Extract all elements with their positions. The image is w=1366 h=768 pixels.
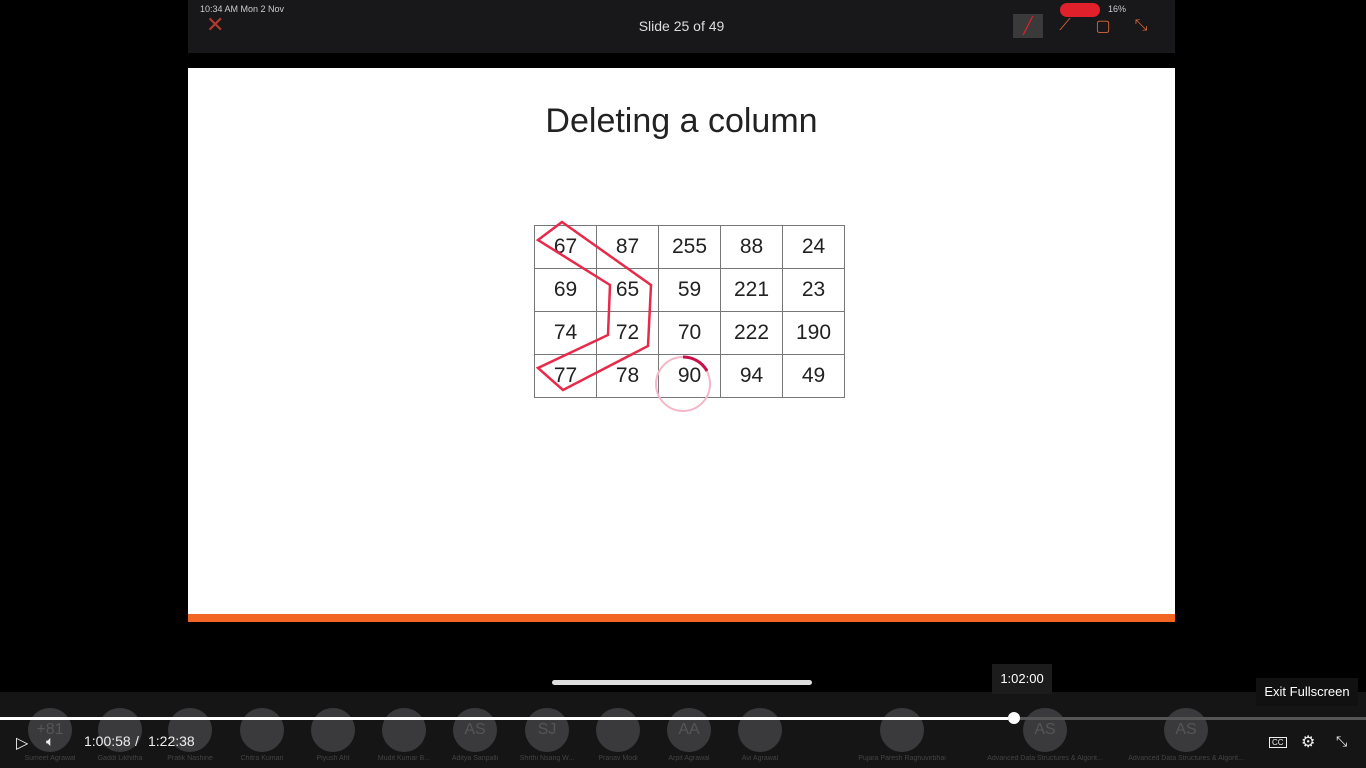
avatar: AS: [1164, 708, 1208, 752]
slide-accent-bar: [188, 614, 1175, 622]
seek-bar[interactable]: [0, 717, 1366, 720]
avatar: [311, 708, 355, 752]
window-icon[interactable]: ▢: [1091, 14, 1115, 38]
duration: 1:22:38: [148, 733, 195, 749]
loading-spinner-arc: [682, 355, 709, 372]
participant-name: Gaddi Likhitha: [97, 755, 143, 762]
ink-annotation: [535, 220, 653, 392]
seek-handle[interactable]: [1008, 712, 1020, 724]
avatar: AS: [1023, 708, 1067, 752]
avatar: [240, 708, 284, 752]
participant-name: Pranav Modi: [598, 755, 638, 762]
exit-fullscreen-tooltip: Exit Fullscreen: [1256, 678, 1358, 706]
seek-bar-played: [0, 717, 1009, 720]
annotation-layer: [535, 220, 711, 412]
lasso-icon[interactable]: ⟋: [1053, 14, 1077, 38]
participant-name: Piyush Aht: [316, 755, 350, 762]
collapse-icon[interactable]: ⤡: [1129, 14, 1153, 38]
avatar: AA: [667, 708, 711, 752]
home-indicator: [552, 680, 812, 685]
captions-button[interactable]: CC: [1269, 737, 1287, 748]
avatar: SJ: [525, 708, 569, 752]
battery-status: 16%: [1108, 4, 1127, 14]
slideshow-toolbar: 10:34 AM Mon 2 Nov ✕ Slide 25 of 49 16% …: [188, 0, 1175, 53]
avatar: AS: [453, 708, 497, 752]
seek-hover-time: 1:02:00: [992, 664, 1052, 694]
participant-name: Shrthi Nsang W...: [519, 755, 575, 762]
time-separator: /: [135, 733, 139, 749]
participant-name: Advanced Data Structures & Algorit...: [1128, 755, 1244, 762]
volume-icon[interactable]: 🔈︎: [46, 733, 54, 750]
pen-icon[interactable]: ╱: [1013, 14, 1043, 38]
participant-name: Mudit Kumar B...: [377, 755, 431, 762]
avatar: [880, 708, 924, 752]
slide: Deleting a column 67 87 255 88 24 69 65 59 221 23…: [188, 68, 1175, 622]
play-icon[interactable]: ▷: [16, 733, 28, 753]
participant-name: Avi Agrawal: [741, 755, 779, 762]
avatar: [738, 708, 782, 752]
participant-name: Sumeet Agrawal: [24, 755, 76, 762]
current-time: 1:00:58: [84, 733, 131, 749]
exit-fullscreen-icon[interactable]: ⤡: [1336, 733, 1347, 750]
settings-gear-icon[interactable]: ⚙: [1301, 732, 1315, 752]
participant-name: Arpit Agrawal: [668, 755, 710, 762]
participant-name: Aditya Sanpalli: [451, 755, 499, 762]
participant-name: Advanced Data Structures & Algorit...: [987, 755, 1103, 762]
participants-strip: +81 Sumeet Agrawal Gaddi Likhitha Pratik Na…: [0, 692, 1366, 768]
participant-name: Chitra Kumari: [240, 755, 284, 762]
participant-name: Pujara Paresh Raghuvirbhai: [858, 755, 946, 762]
avatar: [596, 708, 640, 752]
participant-name: Pratik Nashine: [167, 755, 213, 762]
avatar: [382, 708, 426, 752]
